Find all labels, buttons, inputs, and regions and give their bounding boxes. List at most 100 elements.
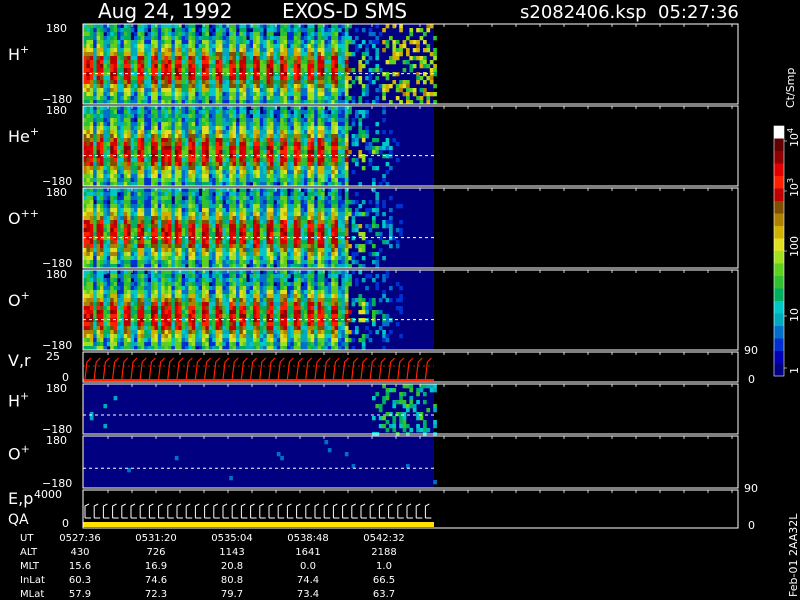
footer-value: 57.9 (69, 589, 91, 600)
y-top-label: 180 (46, 382, 67, 395)
colorbar-swatch (774, 263, 784, 277)
colorbar-swatch (774, 313, 784, 327)
colorbar-tick-label: 10 (788, 308, 800, 322)
footer-value: 74.6 (145, 575, 167, 586)
spectrogram-cells (83, 24, 437, 105)
panel-label: E,p (8, 489, 33, 508)
y-top-label: 180 (46, 22, 67, 35)
colorbar-swatch (774, 201, 784, 214)
y-top-label: 4000 (34, 488, 62, 501)
y-top-label: 180 (46, 268, 67, 281)
spectrogram-cells (83, 270, 434, 351)
footer-ephemeris: UT ALT MLT InLat MLat 0527:36 430 15.6 60.3 57.9 0… (20, 533, 405, 600)
footer-value: 74.4 (297, 575, 319, 586)
colorbar-swatch (774, 126, 784, 139)
colorbar-tick-label: 104 (786, 128, 800, 147)
header-time: 05:27:36 (658, 2, 739, 23)
colorbar-tick-label: 100 (788, 236, 800, 257)
y-bottom-label: 0 (62, 517, 69, 530)
spectrogram-cells (83, 188, 434, 269)
footer-value: 15.6 (69, 561, 91, 572)
y-top-label: 180 (46, 434, 67, 447)
right-top-label: 90 (744, 482, 758, 495)
panel-oplus: 180−180O+ (8, 268, 739, 352)
panels-group: 180−180H+180−180He+180−180O++180−180O+25… (8, 22, 758, 532)
footer-value: 73.4 (297, 589, 319, 600)
colorbar-swatch (774, 226, 784, 239)
panel-label: V,r (8, 351, 31, 370)
colorbar-swatch (774, 188, 784, 202)
footer-row-label: UT (20, 533, 34, 544)
qa-bar (83, 522, 434, 527)
colorbar-swatch (774, 213, 784, 227)
footer-value: 0531:20 (135, 533, 177, 544)
spectrogram-cells (83, 384, 437, 437)
colorbar-swatch (774, 176, 784, 189)
footer-row-label: MLat (20, 589, 44, 600)
colorbar-swatch (774, 301, 784, 314)
panel-label: He+ (8, 125, 39, 146)
footer-value: 0535:04 (211, 533, 253, 544)
footer-value: 72.3 (145, 589, 167, 600)
right-bottom-label: 0 (748, 519, 755, 532)
footer-value: 0.0 (300, 561, 316, 572)
footer-value: 60.3 (69, 575, 91, 586)
colorbar: 1 10 100 103 104 (773, 125, 800, 377)
colorbar-swatch (774, 138, 784, 152)
footer-value: 16.9 (145, 561, 167, 572)
colorbar-unit-label: Ct/Smp (784, 68, 797, 108)
colorbar-swatch (774, 338, 784, 352)
footer-value: 2188 (371, 547, 396, 558)
footer-row-label: ALT (20, 547, 38, 558)
panel-label: O+ (8, 289, 30, 310)
colorbar-swatch (774, 276, 784, 289)
footer-value: 63.7 (373, 589, 395, 600)
colorbar-swatch (774, 288, 784, 302)
panel-heplus: 180−180He+ (8, 104, 739, 188)
panel-label-2: QA (8, 512, 29, 528)
colorbar-swatch (774, 351, 784, 364)
footer-value: 79.7 (221, 589, 243, 600)
footer-value: 0538:48 (287, 533, 329, 544)
footer-side-note: Feb-01 2AA32L (787, 513, 800, 597)
y-top-label: 180 (46, 104, 67, 117)
colorbar-swatch (774, 151, 784, 164)
footer-value: 430 (70, 547, 89, 558)
panel-oplus2: 180−180O+ (8, 434, 739, 490)
panel-label: O++ (8, 207, 39, 228)
footer-value: 66.5 (373, 575, 395, 586)
panel-opp: 180−180O++ (8, 186, 739, 270)
y-top-label: 25 (46, 350, 60, 363)
colorbar-swatch (774, 238, 784, 252)
header-instrument: EXOS-D SMS (282, 0, 407, 23)
y-top-label: 180 (46, 186, 67, 199)
colorbar-swatch (774, 251, 784, 264)
header-date: Aug 24, 1992 (98, 0, 232, 23)
footer-row-label: InLat (20, 575, 45, 586)
colorbar-swatch (774, 363, 784, 377)
footer-value: 80.8 (221, 575, 243, 586)
spectrogram-figure: Aug 24, 1992 EXOS-D SMS s2082406.ksp 05:… (8, 0, 800, 600)
panel-label: H+ (8, 390, 29, 411)
footer-value: 1143 (219, 547, 244, 558)
footer-row-label: MLT (20, 561, 40, 572)
right-top-label: 90 (744, 344, 758, 357)
panel-hplus: 180−180H+ (8, 22, 739, 106)
colorbar-swatch (774, 163, 784, 177)
footer-value: 20.8 (221, 561, 243, 572)
footer-value: 1.0 (376, 561, 392, 572)
footer-value: 0542:32 (363, 533, 405, 544)
spectrogram-cells (83, 436, 437, 488)
panel-hplus2: 180−180H+ (8, 382, 739, 437)
spectrogram-cells (83, 106, 434, 187)
colorbar-tick-label: 1 (788, 367, 800, 374)
footer-value: 0527:36 (59, 533, 101, 544)
panel-label: H+ (8, 43, 29, 64)
panel-label: O+ (8, 442, 30, 463)
right-bottom-label: 0 (748, 373, 755, 386)
colorbar-swatch (774, 326, 784, 339)
panel-ep: 4000 0 E,p QA 90 0 (8, 482, 758, 532)
footer-value: 1641 (295, 547, 320, 558)
colorbar-tick-label: 103 (786, 178, 800, 197)
header-file: s2082406.ksp (520, 2, 647, 23)
